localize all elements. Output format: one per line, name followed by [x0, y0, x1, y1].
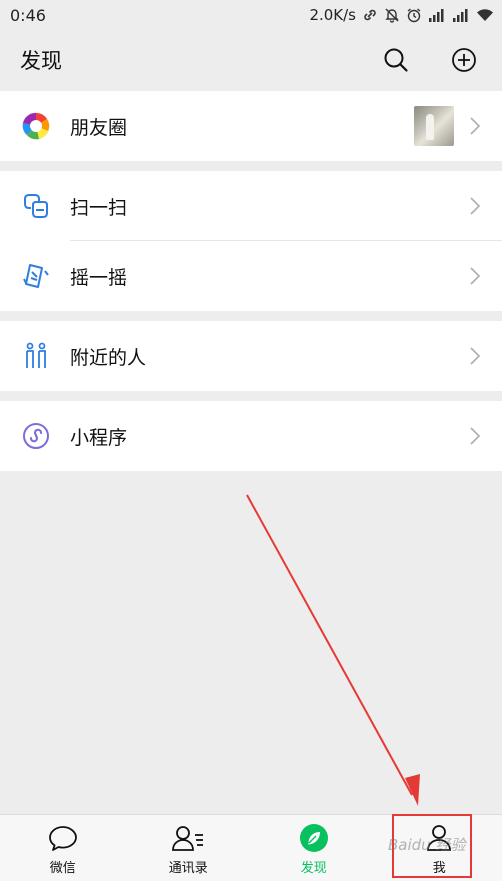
alarm-icon [407, 8, 421, 23]
mini-program-icon [23, 423, 49, 449]
chevron-right-icon [470, 117, 480, 135]
search-button[interactable] [378, 42, 414, 78]
tab-contacts[interactable]: 通讯录 [126, 815, 252, 881]
group-nearby: 附近的人 [0, 321, 502, 391]
group-mini-program: 小程序 [0, 401, 502, 471]
chevron-right-icon [470, 267, 480, 285]
page-title: 发现 [20, 49, 62, 73]
row-label-nearby-people: 附近的人 [70, 346, 147, 369]
row-label-mini-program: 小程序 [70, 426, 128, 449]
row-mini-program[interactable]: 小程序 [0, 401, 502, 471]
compass-icon [299, 823, 328, 852]
row-scan[interactable]: 扫一扫 [0, 171, 502, 241]
group-scan-shake: 扫一扫 摇一摇 [0, 171, 502, 311]
chevron-right-icon [470, 347, 480, 365]
shake-icon [23, 264, 49, 288]
add-button[interactable] [446, 42, 482, 78]
wifi-icon [477, 9, 493, 21]
bottom-tab-bar: 微信 通讯录 发现 我 [0, 814, 502, 881]
row-shake[interactable]: 摇一摇 [0, 241, 502, 311]
nearby-people-icon [26, 342, 46, 368]
tab-chats[interactable]: 微信 [0, 815, 126, 881]
tab-label-contacts: 通讯录 [168, 860, 208, 876]
moments-icon [22, 112, 50, 140]
status-time: 0:46 [10, 5, 46, 25]
link-icon [364, 9, 376, 21]
tab-label-discover: 发现 [300, 860, 327, 876]
row-nearby-people[interactable]: 附近的人 [0, 321, 502, 391]
tab-label-chats: 微信 [49, 860, 76, 876]
tab-discover[interactable]: 发现 [251, 815, 377, 881]
chat-bubble-icon [48, 825, 77, 851]
tab-me[interactable]: 我 [377, 815, 502, 881]
chevron-right-icon [470, 427, 480, 445]
network-speed: 2.0K/s [309, 6, 356, 24]
row-label-moments: 朋友圈 [70, 116, 128, 139]
tab-label-me: 我 [432, 860, 446, 876]
moments-thumbnail [414, 106, 454, 146]
group-moments: 朋友圈 [0, 91, 502, 161]
signal-icon-2 [453, 9, 468, 22]
signal-icon [429, 9, 444, 22]
plus-circle-icon [452, 48, 476, 72]
person-icon [427, 824, 452, 851]
status-bar: 0:46 2.0K/s [0, 0, 502, 30]
search-icon [384, 48, 408, 72]
scan-icon [24, 194, 48, 218]
row-label-scan: 扫一扫 [70, 196, 128, 219]
contacts-icon [172, 825, 204, 851]
mute-bell-icon [385, 8, 399, 23]
row-label-shake: 摇一摇 [70, 266, 128, 289]
row-moments[interactable]: 朋友圈 [0, 91, 502, 161]
chevron-right-icon [470, 197, 480, 215]
top-header: 发现 [0, 30, 502, 90]
status-indicators: 2.0K/s [309, 6, 494, 24]
